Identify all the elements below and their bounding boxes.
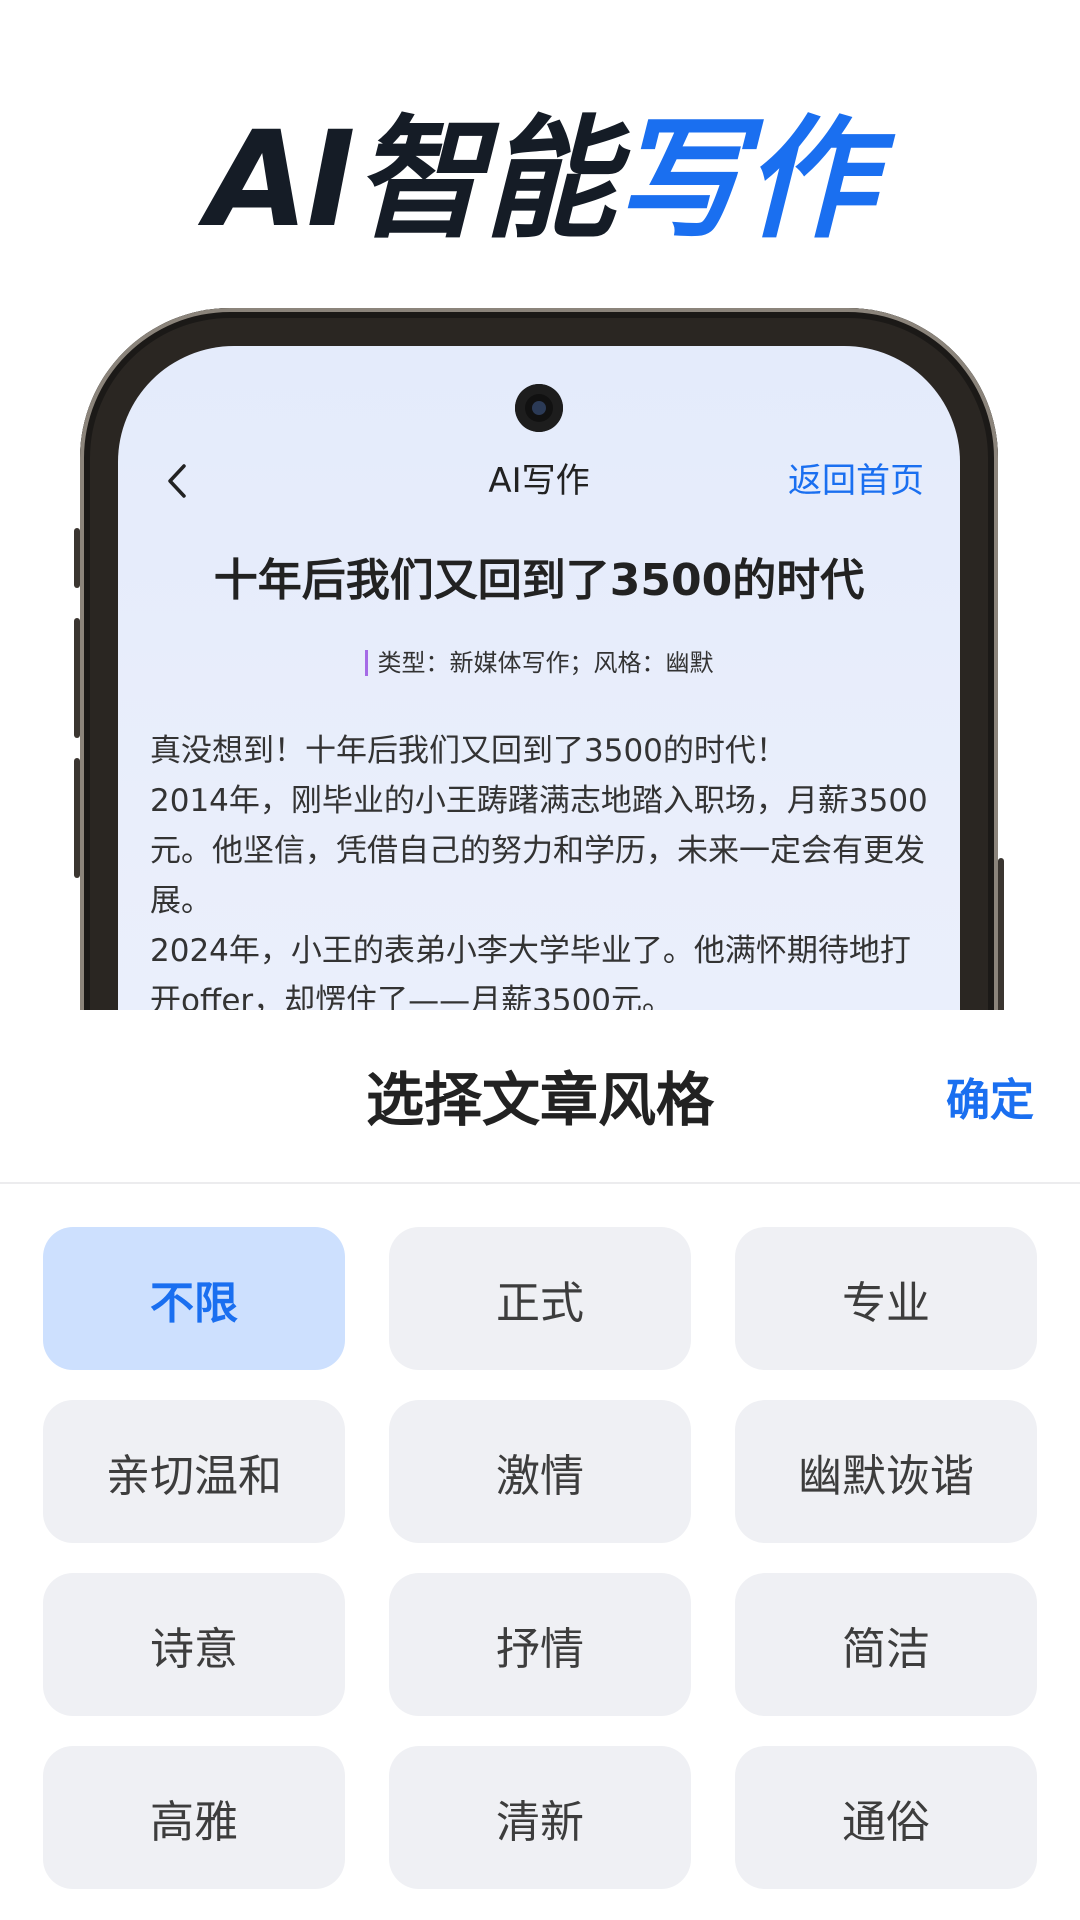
style-option-buxian[interactable]: 不限 — [43, 1227, 345, 1370]
divider — [0, 1182, 1080, 1184]
sheet-title: 选择文章风格 — [365, 1066, 714, 1134]
style-option-tongsu[interactable]: 通俗 — [735, 1746, 1037, 1889]
style-option-jianjie[interactable]: 简洁 — [735, 1573, 1037, 1716]
phone-mute-button — [74, 528, 80, 588]
hero-title-blue: 写作 — [613, 103, 876, 257]
style-option-jiqing[interactable]: 激情 — [389, 1400, 691, 1543]
style-option-zhuanye[interactable]: 专业 — [735, 1227, 1037, 1370]
article-body: 真没想到！十年后我们又回到了3500的时代！ 2014年，刚毕业的小王踌躇满志地… — [150, 726, 928, 1026]
style-option-qingxin[interactable]: 清新 — [389, 1746, 691, 1889]
camera-icon — [515, 384, 563, 432]
style-option-shuqing[interactable]: 抒情 — [389, 1573, 691, 1716]
phone-power-button — [998, 858, 1004, 1018]
hero-title: AI智能写作 — [0, 110, 1080, 250]
article-meta: 类型：新媒体写作；风格：幽默 — [118, 646, 960, 680]
style-option-youmo[interactable]: 幽默诙谐 — [735, 1400, 1037, 1543]
confirm-button[interactable]: 确定 — [946, 1066, 1034, 1136]
phone-volume-up-button — [74, 618, 80, 738]
style-options-grid: 不限 正式 专业 亲切温和 激情 幽默诙谐 诗意 抒情 简洁 高雅 清新 通俗 — [43, 1227, 1037, 1889]
hero-title-dark: AI智能 — [206, 103, 615, 257]
article-title: 十年后我们又回到了3500的时代 — [213, 555, 865, 606]
style-option-gaoya[interactable]: 高雅 — [43, 1746, 345, 1889]
back-to-home-link[interactable]: 返回首页 — [788, 446, 924, 516]
style-option-shiyi[interactable]: 诗意 — [43, 1573, 345, 1716]
article-meta-text: 类型：新媒体写作；风格：幽默 — [377, 649, 714, 677]
article-paragraph: 2014年，刚毕业的小王踌躇满志地踏入职场，月薪3500元。他坚信，凭借自己的努… — [150, 783, 928, 919]
style-option-qinqie[interactable]: 亲切温和 — [43, 1400, 345, 1543]
style-option-zhengshi[interactable]: 正式 — [389, 1227, 691, 1370]
style-picker-sheet: 选择文章风格 确定 不限 正式 专业 亲切温和 激情 幽默诙谐 诗意 抒情 简洁… — [0, 1010, 1080, 1920]
app-nav-bar: AI写作 返回首页 — [118, 446, 960, 516]
meta-accent-bar — [364, 650, 368, 676]
article-paragraph: 真没想到！十年后我们又回到了3500的时代！ — [150, 733, 787, 769]
phone-volume-down-button — [74, 758, 80, 878]
